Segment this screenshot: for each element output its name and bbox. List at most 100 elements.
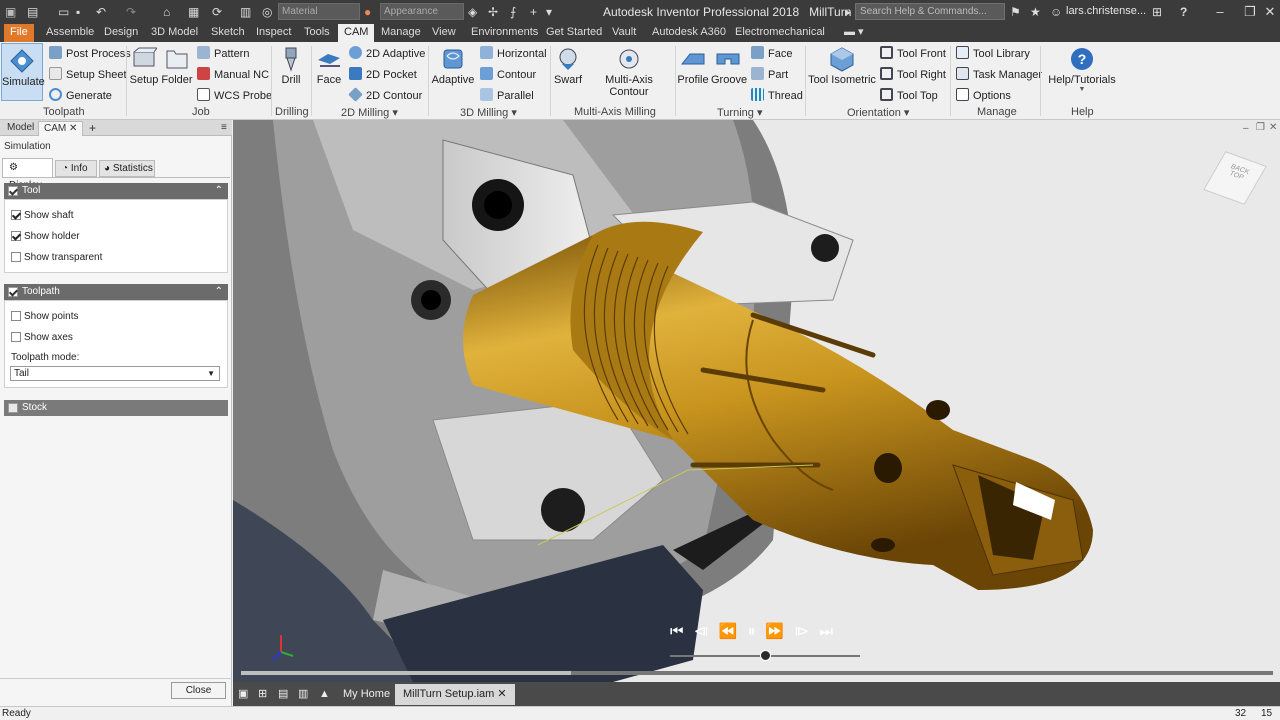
pattern-button[interactable]: Pattern: [197, 46, 249, 60]
2d-pocket-button[interactable]: 2D Pocket: [349, 67, 417, 81]
horizontal-button[interactable]: Horizontal: [480, 46, 547, 60]
tab-tools[interactable]: Tools: [298, 24, 336, 42]
user-name[interactable]: lars.christense...: [1066, 5, 1146, 17]
tab-sketch[interactable]: Sketch: [205, 24, 251, 42]
fx-icon[interactable]: ⨍: [510, 4, 516, 20]
new-file-icon[interactable]: ▤: [27, 4, 38, 20]
tile-windows-icon[interactable]: ⊞: [255, 684, 270, 705]
open-file-icon[interactable]: ▭: [58, 4, 69, 20]
show-axes-checkbox[interactable]: Show axes: [11, 332, 73, 343]
plus-icon[interactable]: +: [530, 4, 537, 20]
rewind-icon[interactable]: ⏪: [719, 623, 738, 640]
video-icon[interactable]: ▬ ▾: [838, 24, 870, 42]
skip-end-icon[interactable]: ⏭: [819, 623, 833, 640]
tab-inspect[interactable]: Inspect: [250, 24, 297, 42]
cart-icon[interactable]: ⊞: [1152, 4, 1162, 20]
step-forward-icon[interactable]: ⧐: [794, 623, 809, 640]
viewport-close-icon[interactable]: ✕: [1269, 122, 1277, 133]
collapse-icon[interactable]: ⌃: [215, 284, 223, 300]
tab-autodesk-a360[interactable]: Autodesk A360: [646, 24, 732, 42]
search-input[interactable]: Search Help & Commands...: [855, 3, 1005, 20]
show-shaft-checkbox[interactable]: Show shaft: [11, 210, 73, 221]
2d-adaptive-button[interactable]: 2D Adaptive: [349, 46, 425, 60]
cascade-windows-icon[interactable]: ▣: [235, 684, 251, 705]
tab-millturn-setup[interactable]: MillTurn Setup.iam ✕: [395, 684, 515, 705]
contour-button[interactable]: Contour: [480, 67, 536, 81]
tab-cam[interactable]: CAM: [338, 24, 375, 42]
minimize-button[interactable]: –: [1205, 2, 1235, 22]
home-icon[interactable]: ⌂: [163, 4, 170, 20]
stock-section-header[interactable]: Stock: [4, 400, 228, 416]
tab-manage[interactable]: Manage: [375, 24, 427, 42]
simulation-timeline[interactable]: [241, 671, 1273, 675]
turning-profile-button[interactable]: Profile: [677, 46, 709, 86]
toolpath-mode-select[interactable]: Tail ▼: [10, 366, 220, 381]
arrange-vertical-icon[interactable]: ▥: [295, 684, 311, 705]
panel-menu-icon[interactable]: ≡: [216, 121, 232, 136]
show-holder-checkbox[interactable]: Show holder: [11, 231, 80, 242]
measure-icon[interactable]: ▥: [240, 4, 251, 20]
speed-slider-handle[interactable]: [760, 650, 771, 661]
tab-get-started[interactable]: Get Started: [540, 24, 608, 42]
face-2d-button[interactable]: Face: [314, 46, 344, 86]
group-label-2d-milling[interactable]: 2D Milling ▾: [341, 106, 398, 119]
tool-section-checkbox[interactable]: [8, 186, 18, 196]
folder-button[interactable]: Folder: [161, 46, 193, 86]
group-label-turning[interactable]: Turning ▾: [717, 106, 762, 119]
tool-front-button[interactable]: Tool Front: [880, 46, 946, 60]
simulate-button[interactable]: Simulate: [1, 43, 45, 101]
show-points-checkbox[interactable]: Show points: [11, 311, 78, 322]
customize-icon[interactable]: ▾: [546, 4, 552, 20]
tab-electromechanical[interactable]: Electromechanical: [729, 24, 831, 42]
show-transparent-checkbox[interactable]: Show transparent: [11, 252, 102, 263]
stock-section-checkbox[interactable]: [8, 403, 18, 413]
favorites-icon[interactable]: ★: [1030, 4, 1041, 20]
task-manager-button[interactable]: Task Manager: [956, 67, 1042, 81]
subtab-statistics[interactable]: ◕ Statistics: [99, 160, 155, 177]
wcs-probe-button[interactable]: WCS Probe: [197, 88, 272, 102]
collapse-icon[interactable]: ⌃: [215, 183, 223, 199]
document-list-icon[interactable]: ▲: [316, 684, 333, 705]
add-tab-icon[interactable]: +: [84, 121, 101, 136]
drill-button[interactable]: Drill: [276, 46, 306, 86]
globe-icon[interactable]: ◎: [262, 4, 272, 20]
tool-library-button[interactable]: Tool Library: [956, 46, 1030, 60]
post-process-button[interactable]: Post Process: [49, 46, 131, 60]
tab-file[interactable]: File: [4, 24, 34, 42]
redo-icon[interactable]: ↷: [126, 4, 136, 20]
user-icon[interactable]: ☺: [1050, 4, 1062, 20]
2d-contour-button[interactable]: 2D Contour: [348, 87, 422, 102]
save-icon[interactable]: ▪: [76, 4, 80, 20]
help-icon[interactable]: ?: [1180, 4, 1187, 20]
swarf-button[interactable]: Swarf: [553, 46, 583, 86]
group-label-orientation[interactable]: Orientation ▾: [847, 106, 909, 119]
update-icon[interactable]: ⟳: [212, 4, 222, 20]
tab-3d-model[interactable]: 3D Model: [145, 24, 204, 42]
adjust-icon[interactable]: ✢: [488, 4, 498, 20]
parallel-button[interactable]: Parallel: [480, 88, 534, 102]
group-label-3d-milling[interactable]: 3D Milling ▾: [460, 106, 517, 119]
step-back-icon[interactable]: ⧏: [694, 623, 709, 640]
subtab-info[interactable]: ◔ Info: [55, 160, 97, 177]
help-tutorials-button[interactable]: ? Help/Tutorials ▼: [1046, 46, 1118, 93]
close-tab-icon[interactable]: ✕: [69, 123, 77, 134]
toolpath-section-header[interactable]: Toolpath ⌃: [4, 284, 228, 300]
tab-view[interactable]: View: [426, 24, 462, 42]
undo-icon[interactable]: ↶: [96, 4, 106, 20]
turning-part-button[interactable]: Part: [751, 67, 788, 81]
arrange-horizontal-icon[interactable]: ▤: [275, 684, 291, 705]
turning-face-button[interactable]: Face: [751, 46, 792, 60]
tab-cam-panel[interactable]: CAM ✕: [38, 121, 84, 136]
tab-model[interactable]: Model: [2, 121, 39, 136]
tool-isometric-button[interactable]: Tool Isometric: [808, 46, 876, 86]
clear-appearance-icon[interactable]: ◈: [468, 4, 477, 20]
close-tab-icon[interactable]: ✕: [497, 688, 506, 700]
thread-button[interactable]: Thread: [751, 88, 803, 102]
communication-icon[interactable]: ⚑: [1010, 4, 1021, 20]
close-button[interactable]: Close: [171, 682, 226, 699]
manual-nc-button[interactable]: Manual NC: [197, 67, 269, 81]
generate-button[interactable]: Generate: [49, 88, 112, 102]
speed-slider[interactable]: [670, 650, 860, 661]
tool-section-header[interactable]: Tool ⌃: [4, 183, 228, 199]
tab-my-home[interactable]: My Home: [335, 684, 398, 705]
